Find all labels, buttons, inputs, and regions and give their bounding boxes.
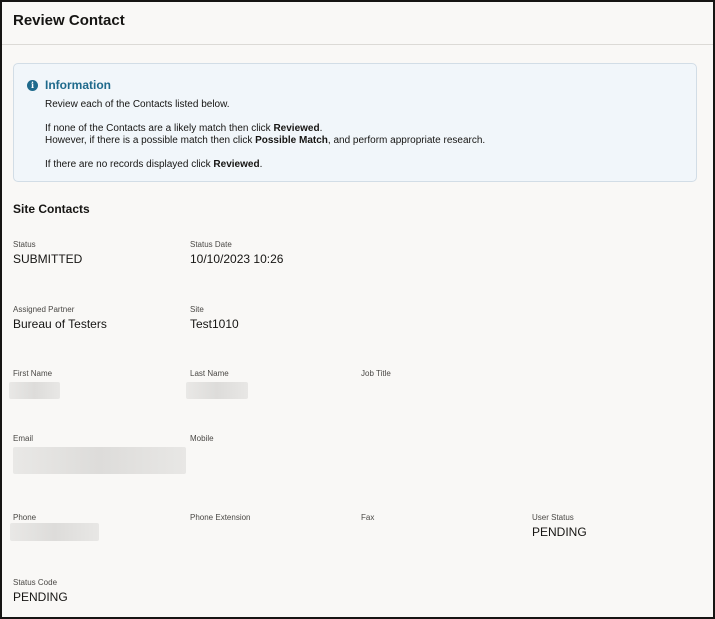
info-line-review: Review each of the Contacts listed below…: [45, 99, 230, 110]
section-title-site-contacts: Site Contacts: [13, 202, 90, 216]
phone-extension-label: Phone Extension: [190, 513, 251, 522]
reviewed-emphasis: Reviewed: [273, 123, 320, 134]
info-line-possible-match: However, if there is a possible match th…: [45, 135, 485, 146]
mobile-label: Mobile: [190, 434, 214, 443]
information-title: Information: [45, 78, 111, 92]
phone-label: Phone: [13, 513, 37, 522]
first-name-redacted: [9, 382, 60, 399]
assigned-partner-label: Assigned Partner: [13, 305, 75, 314]
info-text: If there are no records displayed click: [45, 159, 214, 170]
info-line-none-match: If none of the Contacts are a likely mat…: [45, 123, 322, 134]
info-text: However, if there is a possible match th…: [45, 135, 256, 146]
site-label: Site: [190, 305, 204, 314]
page-title: Review Contact: [13, 12, 125, 29]
last-name-label: Last Name: [190, 369, 229, 378]
email-label: Email: [13, 434, 34, 443]
fax-label: Fax: [361, 513, 375, 522]
status-date-value: 10/10/2023 10:26: [190, 252, 284, 266]
reviewed-emphasis: Reviewed: [213, 159, 260, 170]
possible-match-emphasis: Possible Match: [255, 135, 328, 146]
info-icon: i: [27, 80, 38, 91]
phone-redacted: [10, 523, 99, 541]
user-status-value: PENDING: [532, 525, 587, 539]
info-text: .: [259, 159, 263, 170]
status-label: Status: [13, 240, 36, 249]
status-date-label: Status Date: [190, 240, 232, 249]
info-line-review-text: Review each of the Contacts listed below…: [45, 99, 230, 110]
email-redacted: [13, 447, 186, 474]
site-value: Test1010: [190, 317, 239, 331]
status-code-value: PENDING: [13, 590, 68, 604]
info-text: .: [319, 123, 323, 134]
job-title-label: Job Title: [361, 369, 391, 378]
info-text: , and perform appropriate research.: [327, 135, 486, 146]
information-panel: i Information Review each of the Contact…: [13, 63, 697, 182]
status-value: SUBMITTED: [13, 252, 83, 266]
info-line-no-records: If there are no records displayed click …: [45, 159, 262, 170]
info-text: If none of the Contacts are a likely mat…: [45, 123, 274, 134]
status-code-label: Status Code: [13, 578, 58, 587]
last-name-redacted: [186, 382, 248, 399]
page-header: Review Contact: [2, 2, 713, 45]
user-status-label: User Status: [532, 513, 574, 522]
assigned-partner-value: Bureau of Testers: [13, 317, 107, 331]
review-contact-window: Review Contact i Information Review each…: [0, 0, 715, 619]
first-name-label: First Name: [13, 369, 53, 378]
